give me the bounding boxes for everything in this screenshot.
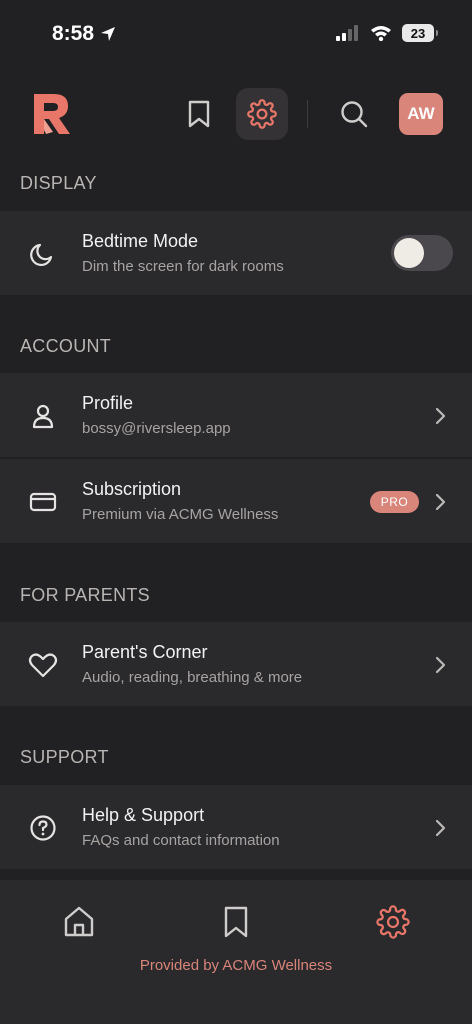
battery-level: 23 [410,25,426,41]
parents-corner-subtitle: Audio, reading, breathing & more [82,669,303,686]
subscription-title: Subscription [82,479,182,499]
bedtime-mode-toggle[interactable] [391,235,453,271]
provided-by-text: Provided by ACMG Wellness [139,957,333,974]
parents-corner-row[interactable]: Parent's Corner Audio, reading, breathin… [0,622,472,706]
section-title-account: ACCOUNT [20,336,112,356]
bookmark-icon [224,906,248,938]
status-bar: 8:58 23 [0,0,472,64]
credit-card-icon-wrap [28,487,58,517]
status-indicators: 23 [336,24,438,42]
help-support-title: Help & Support [82,805,205,825]
help-support-row[interactable]: Help & Support FAQs and contact informat… [0,785,472,869]
profile-email: bossy@riversleep.app [82,420,231,437]
gear-icon [376,905,410,939]
chevron-right-icon [435,407,446,425]
subscription-subtitle: Premium via ACMG Wellness [82,506,279,523]
bedtime-mode-subtitle: Dim the screen for dark rooms [82,258,284,275]
help-circle-icon [30,815,56,841]
tab-bookmarks[interactable] [216,902,256,942]
profile-title: Profile [82,393,134,413]
section-title-for-parents: FOR PARENTS [20,585,150,605]
settings-button[interactable] [236,88,288,140]
wifi-icon [371,26,391,41]
profile-row[interactable]: Profile bossy@riversleep.app [0,373,472,457]
status-time-text: 8:58 [52,22,95,45]
app-header: AW [0,80,472,150]
heart-icon-wrap [28,650,58,680]
section-title-support: SUPPORT [20,747,109,767]
user-icon-wrap [28,401,58,431]
gear-icon [247,99,277,129]
avatar[interactable]: AW [399,93,443,135]
header-divider [307,100,308,128]
parents-corner-title: Parent's Corner [82,642,208,662]
bookmark-icon [188,100,210,128]
moon-icon [30,243,53,266]
subscription-row[interactable]: Subscription Premium via ACMG Wellness P… [0,459,472,543]
section-title-display: DISPLAY [20,173,97,193]
battery-indicator: 23 [402,24,438,42]
user-icon [32,404,54,429]
bottom-tab-bar: Provided by ACMG Wellness [0,880,472,1024]
toggle-knob [394,238,424,268]
bedtime-mode-row[interactable]: Bedtime Mode Dim the screen for dark roo… [0,211,472,295]
search-button[interactable] [328,88,380,140]
help-circle-icon-wrap [28,813,58,843]
heart-icon [28,653,58,678]
tab-settings[interactable] [373,902,413,942]
search-icon [341,101,368,128]
help-support-subtitle: FAQs and contact information [82,832,280,849]
moon-icon-wrap [28,239,58,269]
bedtime-mode-title: Bedtime Mode [82,231,199,251]
app-logo[interactable] [32,92,72,141]
credit-card-icon [29,492,57,512]
chevron-right-icon [435,493,446,511]
pro-badge: PRO [370,491,419,513]
status-time: 8:58 [52,22,116,46]
chevron-right-icon [435,819,446,837]
home-icon [64,906,94,937]
tab-home[interactable] [59,902,99,942]
chevron-right-icon [435,656,446,674]
cellular-signal-icon [336,25,358,41]
location-arrow-icon [101,27,116,41]
app-logo-r-icon [34,94,70,134]
avatar-initials: AW [407,104,435,123]
bookmarks-button[interactable] [173,88,225,140]
